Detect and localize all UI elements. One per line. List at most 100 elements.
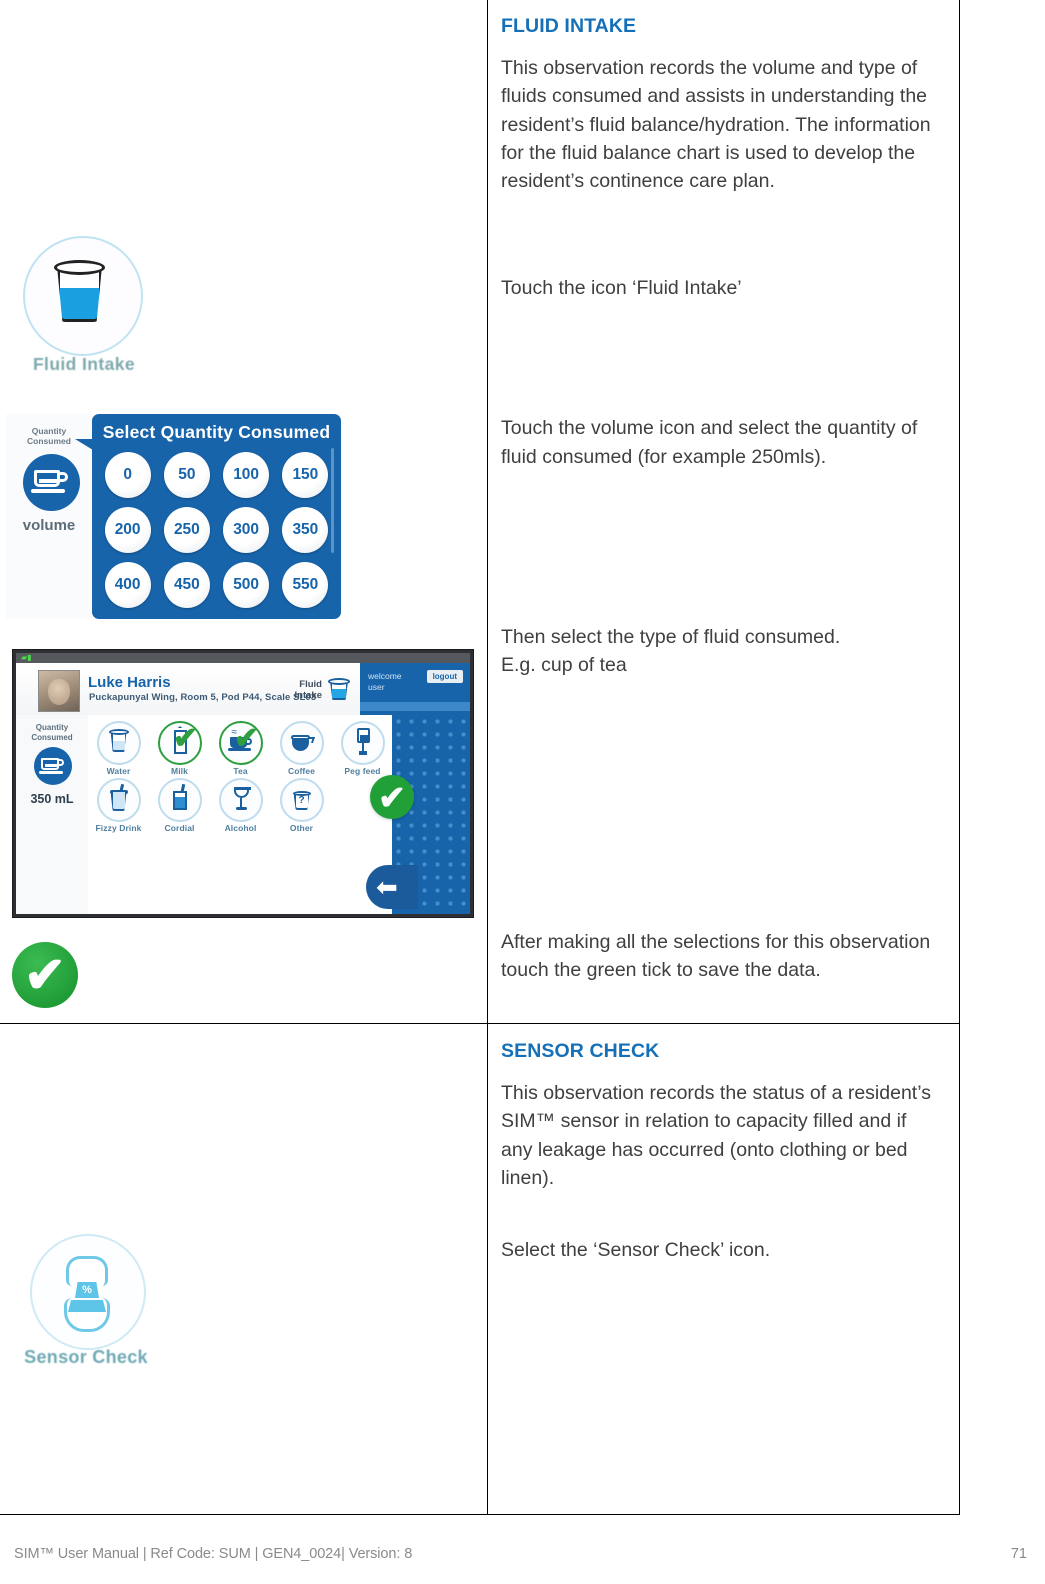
peg-feed-icon [340, 721, 385, 765]
fluid-type-tea[interactable]: ≈ ✔ Tea [210, 719, 271, 776]
quantity-option-0[interactable]: 0 [104, 452, 151, 498]
fluid-type-water[interactable]: Water [88, 719, 149, 776]
green-tick-icon: ✔ [12, 942, 78, 1008]
quantity-consumed-label: Quantity Consumed [27, 426, 71, 446]
quantity-options-grid: 0 50 100 150 200 250 300 350 400 450 500… [98, 452, 335, 608]
fluid-type-row-2: Fizzy Drink Cordial Alcohol ? Other [88, 776, 393, 833]
volume-icon[interactable] [34, 747, 72, 785]
quantity-option-300[interactable]: 300 [223, 507, 270, 553]
quantity-popover: Select Quantity Consumed 0 50 100 150 20… [75, 414, 341, 619]
fluid-type-label: Fizzy Drink [95, 823, 142, 833]
cup-saucer-icon [31, 470, 68, 494]
status-bar: ▰▮ [16, 653, 470, 663]
fluid-type-label: Peg feed [344, 766, 381, 776]
quantity-option-500[interactable]: 500 [223, 562, 270, 608]
welcome-text: welcome user [368, 671, 402, 692]
quantity-option-550[interactable]: 550 [282, 562, 329, 608]
page-footer: SIM™ User Manual | Ref Code: SUM | GEN4_… [0, 1546, 1045, 1566]
fluid-type-milk[interactable]: ✔ Milk [149, 719, 210, 776]
fluid-type-grid: Water ✔ Milk ≈ ✔ Tea Coffee Peg feed Fiz… [88, 719, 393, 833]
cup-saucer-icon [39, 758, 65, 775]
section-title-sensor-check: SENSOR CHECK [501, 1040, 660, 1062]
fluid-type-label: Milk [171, 766, 188, 776]
volume-icon[interactable] [23, 454, 80, 511]
other-icon: ? [279, 778, 324, 822]
fluid-type-other[interactable]: ? Other [271, 776, 332, 833]
sensor-pad-fill [68, 1300, 106, 1312]
tablet-screenshot: ▰▮ Luke Harris Puckapunyal Wing, Room 5,… [12, 649, 474, 918]
sensor-check-text-cell: SENSOR CHECK This observation records th… [487, 1023, 960, 1515]
avatar [38, 670, 80, 712]
observation-label: Fluid Intake [294, 679, 322, 701]
fluid-intake-illustration-cell: Fluid Intake Quantity Consumed volume Se… [0, 0, 488, 1024]
fluid-intake-icon-label: Fluid Intake [32, 354, 136, 374]
footer-reference: SIM™ User Manual | Ref Code: SUM | GEN4_… [14, 1546, 413, 1562]
fluid-intake-icon: Fluid Intake [17, 234, 147, 384]
wifi-icon: ▰▮ [21, 653, 32, 662]
fluid-type-label: Coffee [287, 766, 316, 776]
user-bar: welcome user logout [360, 663, 470, 715]
cordial-icon [157, 778, 202, 822]
volume-label: volume [22, 517, 76, 534]
app-screen: Luke Harris Puckapunyal Wing, Room 5, Po… [16, 663, 470, 914]
quantity-option-250[interactable]: 250 [163, 507, 210, 553]
sensor-check-intro: This observation records the status of a… [501, 1082, 931, 1189]
fluid-type-label: Cordial [164, 823, 195, 833]
right-action-panel: ✔ ⬅ [366, 715, 470, 914]
fluid-type-label: Tea [233, 766, 248, 776]
quantity-option-450[interactable]: 450 [163, 562, 210, 608]
cup-glyph [54, 258, 107, 324]
app-header: Luke Harris Puckapunyal Wing, Room 5, Po… [16, 663, 470, 716]
quantity-option-100[interactable]: 100 [223, 452, 270, 498]
water-icon [96, 721, 141, 765]
app-body: Quantity Consumed 350 mL Water ✔ Milk ≈ … [16, 715, 470, 914]
quantity-option-150[interactable]: 150 [282, 452, 329, 498]
quantity-option-350[interactable]: 350 [282, 507, 329, 553]
save-tick-button[interactable]: ✔ [370, 775, 414, 819]
fluid-intake-intro: This observation records the volume and … [501, 57, 931, 193]
alcohol-icon [218, 778, 263, 822]
quantity-popover-title: Select Quantity Consumed [102, 422, 331, 442]
fluid-type-fizzy-drink[interactable]: Fizzy Drink [88, 776, 149, 833]
fluid-intake-step-2: Touch the volume icon and select the qua… [501, 417, 918, 468]
fluid-type-coffee[interactable]: Coffee [271, 719, 332, 776]
fluid-intake-step-3a: Then select the type of fluid consumed. [501, 625, 841, 648]
quantity-side-panel: Quantity Consumed 350 mL [16, 715, 88, 914]
quantity-option-50[interactable]: 50 [163, 452, 210, 498]
sensor-check-step-1: Select the ‘Sensor Check’ icon. [501, 1239, 771, 1262]
fluid-type-alcohol[interactable]: Alcohol [210, 776, 271, 833]
fizzy-drink-icon [96, 778, 141, 822]
sensor-percent-label: % [82, 1284, 92, 1296]
fluid-type-peg-feed[interactable]: Peg feed [332, 719, 393, 776]
fluid-type-label: Alcohol [224, 823, 257, 833]
sensor-pad-top [66, 1256, 108, 1286]
sensor-check-icon: % Sensor Check [12, 1232, 157, 1377]
quantity-value: 350 mL [30, 792, 74, 806]
fluid-intake-text-cell: FLUID INTAKE This observation records th… [487, 0, 960, 1024]
fluid-type-label: Other [289, 823, 314, 833]
select-quantity-panel: Quantity Consumed volume Select Quantity… [0, 407, 341, 626]
user-bar-strip [360, 702, 470, 711]
sensor-check-icon-label: Sensor Check [24, 1347, 148, 1367]
fluid-intake-header-icon [328, 677, 350, 701]
scrollbar[interactable] [331, 448, 334, 553]
logout-button[interactable]: logout [426, 670, 463, 683]
fluid-intake-step-1: Touch the icon ‘Fluid Intake’ [501, 277, 742, 300]
milk-icon: ✔ [157, 721, 202, 765]
back-arrow-icon: ⬅ [376, 872, 398, 902]
back-button[interactable]: ⬅ [366, 865, 418, 909]
quantity-consumed-label: Quantity Consumed [31, 723, 73, 742]
quantity-option-200[interactable]: 200 [104, 507, 151, 553]
fluid-type-row-1: Water ✔ Milk ≈ ✔ Tea Coffee Peg feed [88, 719, 393, 776]
table-row-fluid-intake: Fluid Intake Quantity Consumed volume Se… [0, 0, 960, 1024]
section-title-fluid-intake: FLUID INTAKE [501, 15, 637, 37]
coffee-pot-icon [279, 721, 324, 765]
quantity-option-400[interactable]: 400 [104, 562, 151, 608]
tea-icon: ≈ ✔ [218, 721, 263, 765]
fluid-type-label: Water [106, 766, 131, 776]
page-number: 71 [1010, 1546, 1027, 1562]
fluid-intake-step-3b: E.g. cup of tea [501, 654, 627, 677]
resident-details: Puckapunyal Wing, Room 5, Pod P44, Scale… [89, 692, 317, 703]
resident-name: Luke Harris [88, 674, 171, 691]
fluid-type-cordial[interactable]: Cordial [149, 776, 210, 833]
